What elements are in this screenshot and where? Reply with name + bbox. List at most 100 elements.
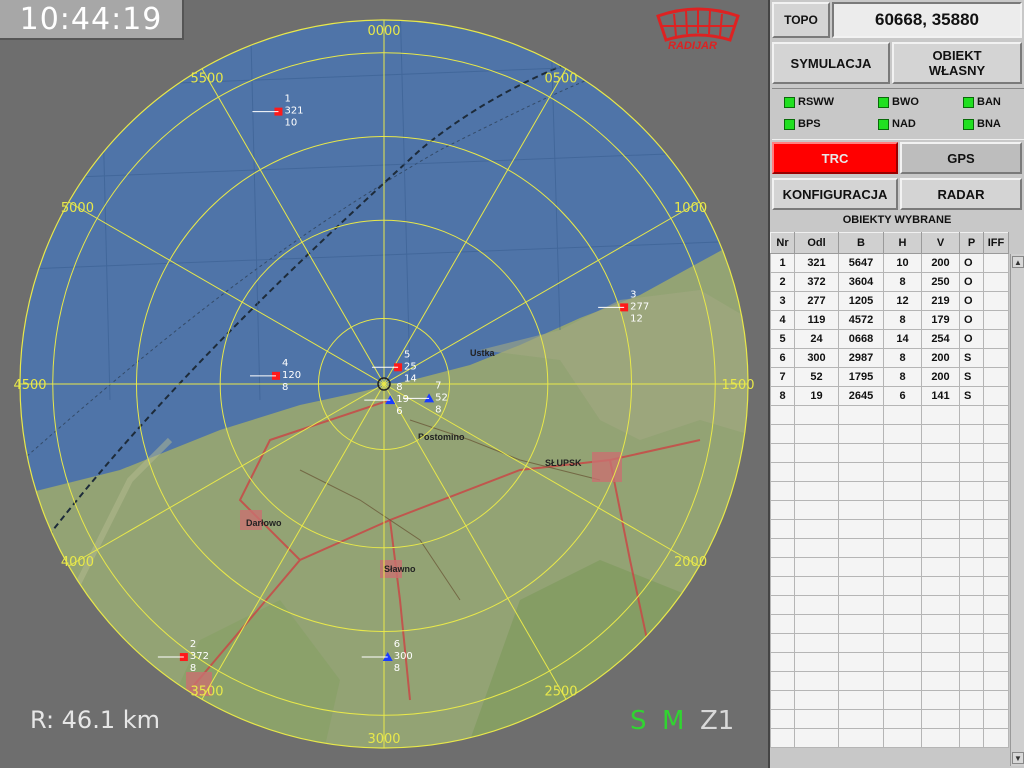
column-header[interactable]: B xyxy=(838,232,884,254)
column-header[interactable]: H xyxy=(883,232,922,254)
table-cell: O xyxy=(959,329,984,349)
table-cell xyxy=(794,709,839,729)
empty-table-row xyxy=(770,557,1009,577)
table-cell xyxy=(794,652,839,672)
selected-objects-title: OBIEKTY WYBRANE xyxy=(842,214,952,226)
column-header[interactable]: V xyxy=(921,232,960,254)
table-cell xyxy=(794,538,839,558)
indicator-label: RSWW xyxy=(798,96,835,108)
table-cell xyxy=(770,557,795,577)
column-header[interactable]: Odl xyxy=(794,232,839,254)
gps-button[interactable]: GPS xyxy=(900,142,1022,174)
table-cell xyxy=(794,443,839,463)
target-label-nr: 7 xyxy=(435,380,441,391)
table-cell xyxy=(883,614,922,634)
map-label-slupsk: SŁUPSK xyxy=(545,458,582,468)
bearing-label: 5000 xyxy=(61,201,94,216)
radar-button[interactable]: RADAR xyxy=(900,178,1022,210)
scroll-down-icon[interactable]: ▼ xyxy=(1012,752,1024,764)
table-cell xyxy=(983,595,1009,615)
table-cell xyxy=(959,405,984,425)
trc-button[interactable]: TRC xyxy=(772,142,898,174)
radar-display[interactable]: Ustka SŁUPSK Darłowo Sławno Postomino 00… xyxy=(0,0,768,768)
empty-table-row xyxy=(770,690,1009,710)
target-label-nr: 3 xyxy=(630,289,636,300)
table-cell: 219 xyxy=(921,291,960,311)
table-cell xyxy=(770,538,795,558)
table-cell: 254 xyxy=(921,329,960,349)
table-scrollbar[interactable]: ▲ ▼ xyxy=(1010,254,1024,766)
mode-s-indicator[interactable]: S xyxy=(630,706,647,736)
obiekt-wlasny-button[interactable]: OBIEKT WŁASNY xyxy=(892,42,1022,84)
table-cell xyxy=(770,709,795,729)
table-row[interactable]: 1 321 5647 10 200 O xyxy=(770,253,1009,273)
table-cell xyxy=(838,424,884,444)
table-cell: 372 xyxy=(794,272,839,292)
table-cell: 3604 xyxy=(838,272,884,292)
table-cell xyxy=(838,462,884,482)
table-row[interactable]: 4 119 4572 8 179 O xyxy=(770,310,1009,330)
scroll-up-icon[interactable]: ▲ xyxy=(1012,256,1024,268)
green-led-icon xyxy=(784,96,795,108)
empty-table-row xyxy=(770,576,1009,596)
table-row[interactable]: 2 372 3604 8 250 O xyxy=(770,272,1009,292)
table-cell xyxy=(983,424,1009,444)
table-cell xyxy=(770,614,795,634)
table-row[interactable]: 6 300 2987 8 200 S xyxy=(770,348,1009,368)
radar-scope[interactable]: Ustka SŁUPSK Darłowo Sławno Postomino 00… xyxy=(0,0,768,768)
table-row[interactable]: 5 24 0668 14 254 O xyxy=(770,329,1009,349)
table-cell xyxy=(959,462,984,482)
table-cell: 19 xyxy=(794,386,839,406)
bearing-label: 4000 xyxy=(61,555,94,570)
table-cell xyxy=(770,519,795,539)
table-cell: 7 xyxy=(770,367,795,387)
table-cell xyxy=(770,690,795,710)
selected-objects-table: Nr Odl B H V P IFF 1 321 5647 10 200 O 2 372 3604 8 250 O… xyxy=(770,232,1009,748)
symulacja-button[interactable]: SYMULACJA xyxy=(772,42,890,84)
column-header[interactable]: Nr xyxy=(770,232,795,254)
table-cell xyxy=(838,728,884,748)
table-cell: 2987 xyxy=(838,348,884,368)
table-cell xyxy=(838,576,884,596)
konfiguracja-button[interactable]: KONFIGURACJA xyxy=(772,178,898,210)
table-cell xyxy=(838,557,884,577)
table-cell xyxy=(921,671,960,691)
target-label-nr: 4 xyxy=(282,358,288,369)
target-label-odl: 52 xyxy=(435,392,448,403)
bearing-label: 0000 xyxy=(367,24,400,39)
table-cell xyxy=(983,557,1009,577)
table-cell xyxy=(794,519,839,539)
table-cell xyxy=(794,500,839,520)
table-cell xyxy=(921,519,960,539)
table-cell xyxy=(838,519,884,539)
table-cell xyxy=(959,709,984,729)
target-label-h: 8 xyxy=(435,404,441,415)
table-cell xyxy=(983,348,1009,368)
target-label-h: 12 xyxy=(630,313,643,324)
table-row[interactable]: 7 52 1795 8 200 S xyxy=(770,367,1009,387)
table-cell xyxy=(794,576,839,596)
mode-m-indicator[interactable]: M xyxy=(662,706,684,736)
control-panel: TOPO 60668, 35880 SYMULACJA OBIEKT WŁASN… xyxy=(768,0,1024,768)
table-cell xyxy=(921,595,960,615)
table-row[interactable]: 3 277 1205 12 219 O xyxy=(770,291,1009,311)
target-label-odl: 372 xyxy=(190,651,209,662)
table-cell: 8 xyxy=(883,272,922,292)
table-cell xyxy=(921,443,960,463)
zoom-indicator[interactable]: Z1 xyxy=(700,706,734,736)
table-cell: 200 xyxy=(921,348,960,368)
table-row[interactable]: 8 19 2645 6 141 S xyxy=(770,386,1009,406)
indicator-label: BWO xyxy=(892,96,919,108)
table-cell xyxy=(921,614,960,634)
table-cell xyxy=(983,652,1009,672)
target-label-h: 8 xyxy=(394,663,400,674)
table-cell xyxy=(770,424,795,444)
column-header[interactable]: IFF xyxy=(983,232,1009,254)
table-cell: 200 xyxy=(921,253,960,273)
table-cell xyxy=(883,595,922,615)
table-cell: 200 xyxy=(921,367,960,387)
table-cell: S xyxy=(959,348,984,368)
table-cell xyxy=(883,690,922,710)
table-cell xyxy=(770,481,795,501)
column-header[interactable]: P xyxy=(959,232,984,254)
